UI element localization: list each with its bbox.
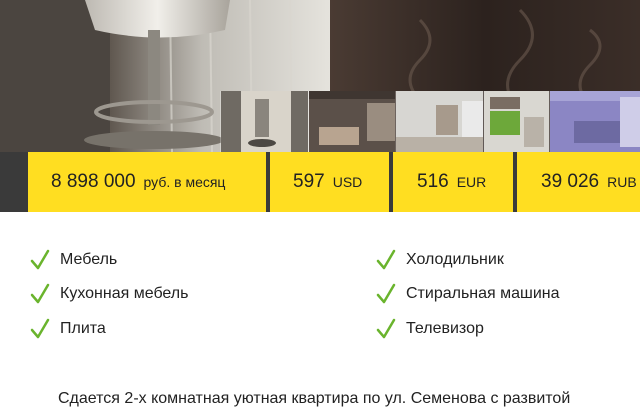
price-rub[interactable]: 39 026 RUB xyxy=(517,152,640,212)
price-rub-month[interactable]: 8 898 000 руб. в месяц xyxy=(28,152,266,212)
check-icon xyxy=(30,249,50,270)
feature-label: Стиральная машина xyxy=(406,285,560,302)
feature-label: Холодильник xyxy=(406,251,504,268)
listing-description: Сдается 2-х комнатная уютная квартира по… xyxy=(58,390,571,407)
feature-label: Плита xyxy=(60,320,106,337)
price-unit: RUB xyxy=(607,174,637,190)
feature-label: Кухонная мебель xyxy=(60,285,189,302)
check-icon xyxy=(376,249,396,270)
price-amount: 597 xyxy=(293,171,325,192)
feature-item: Плита xyxy=(30,317,106,341)
thumbnail-3[interactable] xyxy=(395,91,483,152)
feature-item: Телевизор xyxy=(376,317,484,341)
feature-item: Холодильник xyxy=(376,248,504,272)
photo-gallery xyxy=(0,0,640,152)
thumbnail-1[interactable] xyxy=(220,91,308,152)
price-amount: 516 xyxy=(417,171,449,192)
price-unit: EUR xyxy=(456,174,487,190)
price-amount: 8 898 000 xyxy=(51,171,136,192)
price-unit: USD xyxy=(332,174,363,190)
price-usd[interactable]: 597 USD xyxy=(270,152,389,212)
thumbnail-2[interactable] xyxy=(307,91,396,152)
check-icon xyxy=(30,283,50,304)
price-unit: руб. в месяц xyxy=(143,174,226,190)
thumbnail-strip xyxy=(220,91,640,152)
check-icon xyxy=(376,283,396,304)
thumbnail-4[interactable] xyxy=(482,91,549,152)
feature-item: Кухонная мебель xyxy=(30,282,188,306)
feature-label: Телевизор xyxy=(406,320,484,337)
price-bar: 8 898 000 руб. в месяц 597 USD 516 EUR 3… xyxy=(0,152,640,212)
feature-item: Мебель xyxy=(30,248,117,272)
feature-item: Стиральная машина xyxy=(376,282,560,306)
feature-label: Мебель xyxy=(60,251,118,268)
check-icon xyxy=(30,318,50,339)
price-amount: 39 026 xyxy=(541,171,600,192)
price-eur[interactable]: 516 EUR xyxy=(393,152,513,212)
check-icon xyxy=(376,318,396,339)
thumbnail-5[interactable] xyxy=(548,91,640,152)
